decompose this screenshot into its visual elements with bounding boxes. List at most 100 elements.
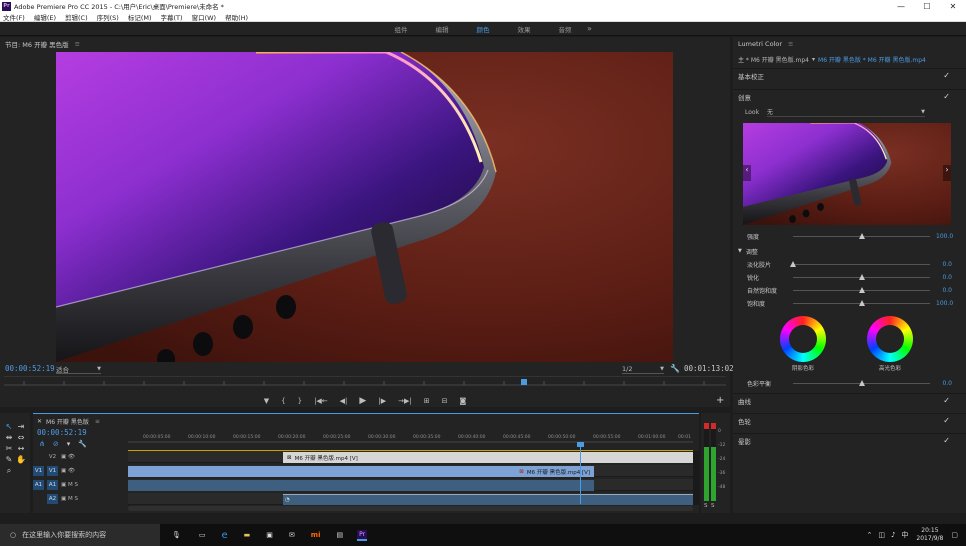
mail-icon[interactable]: ✉ bbox=[289, 531, 295, 539]
extract-button[interactable]: ⊟ bbox=[442, 397, 448, 405]
resolution-dropdown[interactable]: 1/2 ▼ bbox=[622, 364, 664, 374]
tray-network-icon[interactable]: ◫ bbox=[878, 531, 885, 539]
sharpen-slider[interactable] bbox=[793, 273, 930, 280]
workspace-overflow-button[interactable]: » bbox=[587, 24, 592, 33]
a1-track-toggles[interactable]: ▣ M S bbox=[61, 482, 78, 488]
workspace-tab-effects[interactable]: 效果 bbox=[518, 24, 531, 34]
menu-title[interactable]: 字幕(T) bbox=[161, 12, 189, 22]
slip-tool-icon[interactable]: ↔ bbox=[16, 444, 26, 454]
section-basic-correction[interactable]: 基本校正 ✓ bbox=[733, 68, 966, 82]
step-back-button[interactable]: ◀| bbox=[340, 397, 348, 405]
clip-a2[interactable]: ◔ bbox=[283, 494, 693, 505]
sequence-tab-close-icon[interactable]: ✕ bbox=[37, 418, 42, 425]
tray-volume-icon[interactable]: ♪ bbox=[891, 531, 895, 539]
curves-checkbox[interactable]: ✓ bbox=[943, 396, 950, 405]
mark-in-button[interactable]: { bbox=[281, 397, 285, 405]
v1-track-toggles[interactable]: ▣ 👁 bbox=[61, 468, 75, 474]
taskbar-clock[interactable]: 20:15 2017/9/8 bbox=[916, 527, 943, 543]
track-select-tool-icon[interactable]: ⇥ bbox=[16, 422, 26, 432]
timeline-timecode[interactable]: 00:00:52:19 bbox=[37, 428, 87, 437]
workspace-tab-assembly[interactable]: 组件 bbox=[395, 24, 408, 34]
v2-track-label[interactable]: V2 bbox=[47, 452, 58, 462]
intensity-slider[interactable] bbox=[793, 232, 930, 239]
razor-tool-icon[interactable]: ✂ bbox=[4, 444, 14, 454]
linked-selection-icon[interactable]: ⊘ bbox=[53, 440, 59, 448]
saturation-slider-knob[interactable] bbox=[858, 299, 865, 306]
intensity-slider-knob[interactable] bbox=[858, 232, 865, 239]
timeline-horizontal-scrollbar[interactable] bbox=[128, 506, 693, 511]
close-button[interactable]: ✕ bbox=[940, 2, 966, 11]
add-button[interactable]: + bbox=[716, 395, 724, 406]
v1-source-patch[interactable]: V1 bbox=[33, 466, 44, 476]
fade-film-value[interactable]: 0.0 bbox=[936, 261, 952, 268]
taskbar-search-box[interactable]: ○ 在这里输入你要搜索的内容 bbox=[0, 524, 160, 546]
minimize-button[interactable]: — bbox=[888, 2, 914, 11]
rate-stretch-tool-icon[interactable]: ⇔ bbox=[16, 433, 26, 443]
previous-look-button[interactable]: ‹ bbox=[743, 165, 751, 181]
vibrance-slider[interactable] bbox=[793, 286, 930, 293]
maximize-button[interactable]: ☐ bbox=[914, 2, 940, 11]
a1-source-patch[interactable]: A1 bbox=[33, 480, 44, 490]
master-source-tab[interactable]: 主 * M6 开瓣 黑色版.mp4 bbox=[738, 55, 809, 64]
menu-sequence[interactable]: 序列(S) bbox=[97, 12, 125, 22]
mark-out-button[interactable]: } bbox=[298, 397, 302, 405]
section-color-wheels[interactable]: 色轮 ✓ bbox=[733, 413, 966, 427]
selection-tool-icon[interactable]: ↖ bbox=[4, 422, 14, 432]
menu-clip[interactable]: 剪辑(C) bbox=[65, 12, 94, 22]
workspace-tab-color[interactable]: 颜色 bbox=[477, 24, 490, 34]
timeline-ruler[interactable]: 00:00:05:00 00:00:10:00 00:00:15:00 00:0… bbox=[128, 431, 693, 443]
adjust-subsection[interactable]: ▼ 调整 bbox=[738, 245, 758, 257]
hand-tool-icon[interactable]: ✋ bbox=[16, 455, 26, 465]
a1-track-label[interactable]: A1 bbox=[47, 480, 58, 490]
basic-correction-checkbox[interactable]: ✓ bbox=[943, 71, 950, 80]
timeline-vertical-scrollbar[interactable] bbox=[693, 451, 699, 505]
clip-v2[interactable]: ⊠ M6 开瓣 黑色版.mp4 [V] bbox=[283, 452, 693, 463]
microphone-icon[interactable]: 🎙 bbox=[172, 531, 181, 539]
timeline-settings-icon[interactable]: 🔧 bbox=[78, 440, 87, 448]
section-vignette[interactable]: 晕影 ✓ bbox=[733, 433, 966, 447]
lumetri-panel-menu-icon[interactable]: ≡ bbox=[788, 40, 793, 48]
workspace-tab-audio[interactable]: 音频 bbox=[559, 24, 572, 34]
play-button[interactable]: ▶ bbox=[359, 396, 366, 406]
app-icon[interactable]: ▤ bbox=[337, 531, 344, 539]
highlight-tint-wheel[interactable] bbox=[867, 316, 913, 362]
meter-solo-right[interactable]: S bbox=[711, 503, 715, 509]
timeline-menu-icon[interactable]: ≡ bbox=[95, 418, 100, 425]
timeline-playhead[interactable] bbox=[577, 442, 584, 504]
intensity-value[interactable]: 100.0 bbox=[936, 233, 953, 240]
fade-film-slider-knob[interactable] bbox=[790, 260, 796, 267]
menu-edit[interactable]: 编辑(E) bbox=[34, 12, 62, 22]
menu-file[interactable]: 文件(F) bbox=[3, 12, 31, 22]
export-frame-button[interactable]: ◙ bbox=[459, 397, 466, 405]
saturation-value[interactable]: 100.0 bbox=[936, 300, 953, 307]
section-creative[interactable]: 创意 ✓ bbox=[733, 89, 966, 103]
task-view-icon[interactable]: ▭ bbox=[199, 531, 206, 539]
lift-button[interactable]: ⊞ bbox=[424, 397, 430, 405]
clip-v1[interactable]: ⊠ M6 开瓣 黑色版.mp4 [V] bbox=[128, 466, 594, 477]
zoom-tool-icon[interactable]: ⌕ bbox=[4, 466, 14, 476]
wrench-settings-icon[interactable]: 🔧 bbox=[670, 364, 680, 373]
tray-up-arrow-icon[interactable]: ⌃ bbox=[866, 531, 872, 539]
program-playhead-marker[interactable] bbox=[520, 379, 527, 385]
program-monitor-title[interactable]: 节目: M6 开瓣 黑色版 bbox=[5, 39, 69, 49]
meter-solo-left[interactable]: S bbox=[704, 503, 708, 509]
menu-window[interactable]: 窗口(W) bbox=[192, 12, 223, 22]
ripple-edit-tool-icon[interactable]: ⇹ bbox=[4, 433, 14, 443]
lumetri-panel-title[interactable]: Lumetri Color bbox=[738, 40, 782, 48]
sharpen-slider-knob[interactable] bbox=[858, 273, 865, 280]
v2-track-toggles[interactable]: ▣ 👁 bbox=[61, 454, 75, 460]
step-forward-button[interactable]: |▶ bbox=[378, 397, 386, 405]
notifications-icon[interactable]: ▢ bbox=[951, 531, 958, 539]
snap-icon[interactable]: ⋔ bbox=[39, 440, 45, 448]
creative-checkbox[interactable]: ✓ bbox=[943, 92, 950, 101]
tint-balance-slider[interactable] bbox=[793, 379, 930, 386]
pen-tool-icon[interactable]: ✎ bbox=[4, 455, 14, 465]
add-marker-button[interactable]: ▼ bbox=[264, 397, 269, 405]
program-time-ruler[interactable] bbox=[4, 376, 726, 386]
fit-dropdown[interactable]: 适合 ▼ bbox=[56, 364, 101, 374]
premiere-taskbar-icon[interactable]: Pr bbox=[357, 529, 368, 541]
mi-app-icon[interactable]: mi bbox=[311, 531, 321, 539]
add-marker-icon[interactable]: ▾ bbox=[67, 440, 71, 448]
a2-track-toggles[interactable]: ▣ M S bbox=[61, 496, 78, 502]
menu-help[interactable]: 帮助(H) bbox=[225, 12, 254, 22]
